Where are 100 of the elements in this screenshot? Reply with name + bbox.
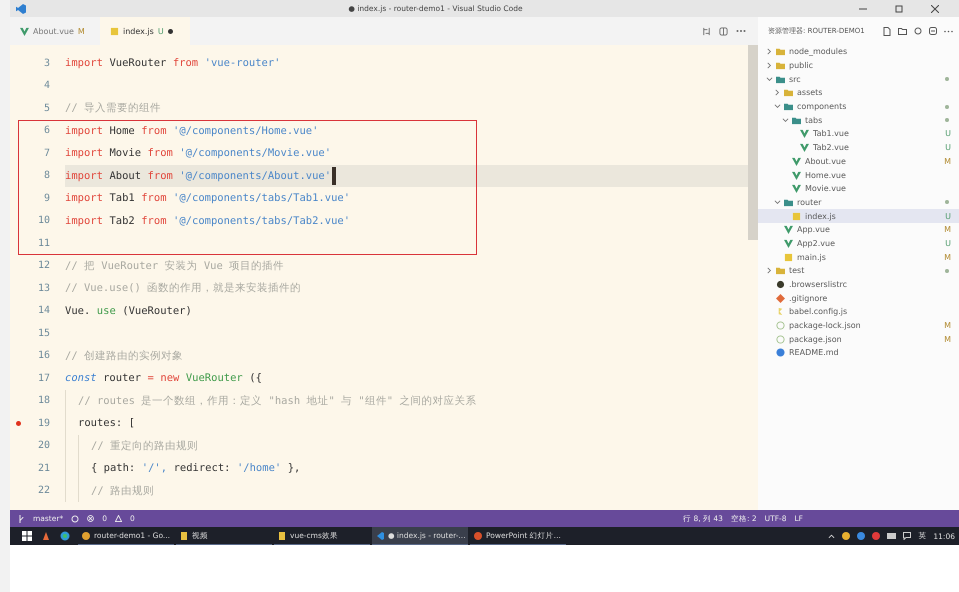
line-number: 19 [38, 418, 50, 429]
tree-item[interactable]: node_modules [758, 45, 959, 59]
line-number: 22 [38, 485, 50, 496]
open-folder-icon [776, 74, 785, 84]
tree-item[interactable]: .browserslistrc [758, 278, 959, 292]
vue-icon [20, 26, 29, 36]
git-status: U [945, 129, 951, 138]
browser-icon[interactable] [60, 531, 70, 541]
editor-tab[interactable]: index.js U [100, 17, 190, 45]
code-token: from [148, 147, 173, 160]
chevron-right-icon[interactable] [766, 48, 773, 56]
chevron-down-icon[interactable] [774, 198, 781, 206]
code-token: About [109, 170, 142, 182]
chevron-right-icon[interactable] [766, 62, 773, 70]
error-icon [87, 515, 94, 522]
code-token: use [96, 304, 116, 317]
line-number: 10 [38, 215, 50, 226]
branch-icon[interactable] [18, 514, 25, 522]
notification-icon[interactable] [903, 532, 912, 540]
code-token: import [65, 57, 103, 70]
chevron-down-icon[interactable] [774, 103, 781, 110]
close-button[interactable] [931, 4, 939, 12]
line-number: 20 [38, 440, 50, 452]
js-file-icon [110, 26, 119, 36]
code-token: // 创建路由的实例对象 [65, 348, 183, 363]
open-folder-icon [784, 198, 793, 207]
tree-item[interactable]: index.js U [758, 209, 959, 223]
git-status: U [945, 238, 951, 248]
tree-item[interactable]: router [758, 196, 959, 210]
tree-item[interactable]: babel.config.js [758, 305, 959, 319]
code-token: import [65, 214, 103, 227]
chevron-down-icon[interactable] [766, 76, 773, 83]
tree-item[interactable]: Home.vue [758, 168, 959, 182]
more-icon[interactable] [944, 30, 953, 32]
chevron-up-icon[interactable] [828, 534, 836, 538]
scrollbar-thumb[interactable] [748, 45, 758, 240]
code-token: ({ [249, 372, 262, 384]
tree-item[interactable]: package.json M [758, 332, 959, 346]
code-token: import [65, 170, 103, 182]
app-icon[interactable] [41, 531, 51, 541]
line-number: 11 [38, 238, 50, 249]
vscode-logo-icon [16, 4, 26, 14]
code-token: Movie [109, 147, 142, 160]
js-file-icon [792, 212, 801, 221]
new-file-icon[interactable] [883, 26, 891, 36]
code-token: from [172, 57, 198, 70]
code-token: // Vue.use() 函数的作用，就是来安装插件的 [65, 281, 302, 296]
code-token: VueRouter [186, 372, 243, 384]
line-number: 12 [38, 260, 50, 272]
line-number: 4 [44, 80, 50, 92]
maximize-button[interactable] [895, 4, 903, 12]
split-editor-icon[interactable] [719, 26, 728, 36]
network-icon[interactable] [887, 533, 896, 539]
code-token: Home [109, 124, 135, 137]
chevron-right-icon[interactable] [766, 267, 773, 274]
tree-item[interactable]: public [758, 58, 959, 72]
tree-item[interactable]: package-lock.json M [758, 318, 959, 332]
breakpoint-dot[interactable] [16, 420, 21, 426]
line-number: 18 [38, 395, 50, 406]
tree-item[interactable]: README.md [758, 346, 959, 360]
git-status: U [945, 143, 951, 152]
new-folder-icon[interactable] [898, 27, 907, 35]
collapse-icon[interactable] [929, 27, 937, 35]
tree-item[interactable]: Movie.vue [758, 182, 959, 196]
git-status: U [945, 212, 951, 221]
compare-icon[interactable] [702, 26, 711, 36]
tree-item[interactable]: .gitignore [758, 291, 959, 306]
tree-item[interactable]: App.vue M [758, 222, 959, 237]
tree-item[interactable]: Tab2.vue U [758, 140, 959, 154]
app-icon [474, 532, 482, 540]
tree-item[interactable]: tabs [758, 113, 959, 128]
line-number: 21 [38, 462, 50, 474]
tree-item[interactable]: assets [758, 86, 959, 100]
tree-item[interactable]: App2.vue U [758, 236, 959, 250]
refresh-icon[interactable] [914, 27, 922, 35]
code-token: from [141, 124, 167, 137]
code-token: import [65, 124, 103, 137]
line-number: 5 [44, 102, 50, 114]
chevron-down-icon[interactable] [782, 116, 789, 124]
code-token: // 导入需要的组件 [65, 101, 161, 116]
tree-item[interactable]: About.vue M [758, 154, 959, 168]
chevron-right-icon[interactable] [774, 89, 781, 96]
app-icon [278, 532, 286, 540]
sync-icon[interactable] [71, 514, 80, 522]
code-token: from [148, 170, 173, 182]
tree-item[interactable]: Tab1.vue U [758, 127, 959, 141]
info-icon [776, 348, 785, 358]
editor-tab[interactable]: About.vue M [10, 17, 100, 45]
code-token: routes: [ [78, 417, 135, 430]
app-icon [376, 532, 384, 540]
record-icon[interactable] [872, 532, 880, 540]
code-token: Tab2 [109, 214, 135, 227]
tree-item[interactable]: main.js M [758, 250, 959, 264]
line-number: 8 [44, 170, 50, 182]
tree-item[interactable]: src [758, 72, 959, 86]
start-icon[interactable] [22, 531, 32, 541]
more-icon[interactable] [736, 29, 746, 33]
code-token: Vue. [65, 304, 90, 317]
tree-item[interactable]: test [758, 264, 959, 278]
tree-item[interactable]: components [758, 100, 959, 114]
